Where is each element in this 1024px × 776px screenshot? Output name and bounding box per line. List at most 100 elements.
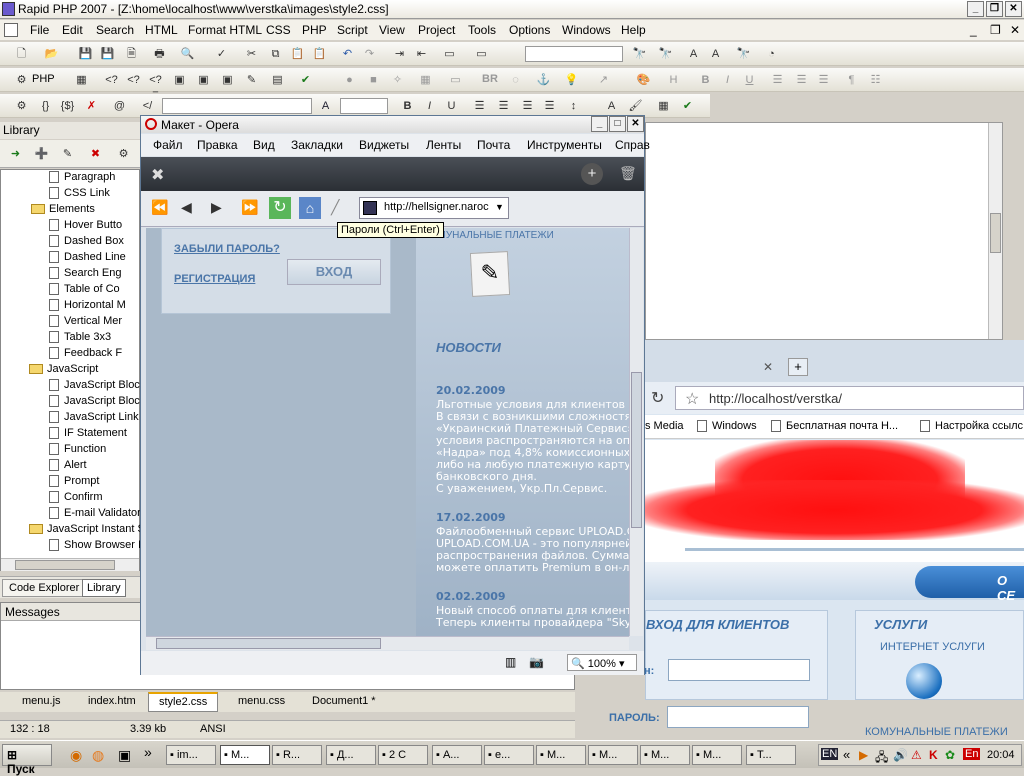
text-style-icon[interactable]: A: [604, 99, 619, 113]
service-utilities[interactable]: КОМУНАЛЬНЫЕ ПЛАТЕЖИ: [865, 726, 1008, 738]
php-short-tag-icon[interactable]: <?: [126, 73, 141, 87]
menu-search[interactable]: Search: [96, 23, 134, 37]
php-func-icon[interactable]: ▣: [196, 73, 211, 87]
wrap-icon[interactable]: ▭: [442, 47, 457, 61]
tab-menu-css[interactable]: menu.css: [228, 693, 295, 711]
star-icon[interactable]: ☆: [685, 389, 699, 409]
opera-menu-file[interactable]: Файл: [153, 138, 183, 152]
remove-script-icon[interactable]: ✗: [84, 99, 99, 113]
opera-menu-widgets[interactable]: Виджеты: [359, 138, 409, 152]
library-hscroll-thumb[interactable]: [15, 560, 115, 570]
new-file-icon[interactable]: 🗋: [14, 47, 29, 61]
tree-item[interactable]: E-mail Validator: [49, 507, 141, 520]
script-tag-icon[interactable]: </: [140, 99, 155, 113]
reload-icon[interactable]: ↻: [651, 388, 664, 408]
menu-help[interactable]: Help: [621, 23, 646, 37]
underline-icon[interactable]: U: [444, 99, 459, 113]
start-button[interactable]: ⊞ Пуск: [2, 744, 52, 776]
close-button[interactable]: ✕: [1005, 1, 1022, 17]
tree-item[interactable]: Elements: [31, 203, 141, 215]
font-size-combo[interactable]: [340, 98, 388, 114]
php-echo-icon[interactable]: <?=: [148, 73, 163, 100]
menu-format-html[interactable]: Format HTML: [188, 23, 262, 37]
quicklaunch-firefox-icon[interactable]: ◍: [92, 747, 104, 764]
menu-tools[interactable]: Tools: [468, 23, 496, 37]
php-edit-icon[interactable]: ✎: [244, 73, 259, 87]
opera-close-button[interactable]: ✕: [627, 116, 644, 132]
tree-item[interactable]: JavaScript Block: [49, 395, 141, 408]
font-color-icon[interactable]: A: [318, 99, 333, 113]
css-validate-icon[interactable]: ✔: [680, 99, 695, 113]
bookmark-settings[interactable]: Настройка ссылс: [920, 420, 1023, 433]
php-block-icon[interactable]: ▦: [74, 73, 89, 87]
align-left-icon[interactable]: ☰: [472, 99, 487, 113]
quicklaunch-more-icon[interactable]: »: [144, 744, 152, 760]
minimize-button[interactable]: _: [967, 1, 984, 17]
validate-icon[interactable]: ✔: [298, 73, 313, 87]
register-link[interactable]: РЕГИСТРАЦИЯ: [174, 273, 255, 285]
library-hscrollbar[interactable]: [1, 558, 139, 571]
opera-menu-tools[interactable]: Инструменты: [527, 138, 602, 152]
search-combo[interactable]: [525, 46, 623, 62]
home-icon[interactable]: ⌂: [299, 197, 321, 219]
bookmark-mail[interactable]: Бесплатная почта Н...: [771, 420, 898, 433]
php-menu-icon[interactable]: ⚙: [14, 73, 29, 87]
taskbar-task[interactable]: ▪ М...: [692, 745, 742, 765]
tree-item[interactable]: Horizontal M: [49, 299, 141, 312]
restore-button[interactable]: ❐: [986, 1, 1003, 17]
tab-document1[interactable]: Document1 *: [302, 693, 386, 711]
document-icon[interactable]: [4, 23, 18, 37]
replace-all-icon[interactable]: A: [708, 47, 723, 61]
cut-icon[interactable]: ✂: [244, 47, 259, 61]
tree-item[interactable]: Show Browser I: [49, 539, 141, 552]
wand-icon[interactable]: ╱: [331, 199, 339, 216]
print-icon[interactable]: 🖶: [152, 47, 167, 61]
tree-item[interactable]: Confirm: [49, 491, 141, 504]
open-icon[interactable]: 📂: [44, 47, 59, 61]
zoom-control[interactable]: 🔍 100% ▾: [567, 654, 637, 671]
editor-vscrollbar[interactable]: [988, 123, 1002, 339]
tree-item[interactable]: Search Eng: [49, 267, 141, 280]
tray-k-icon[interactable]: K: [929, 748, 938, 762]
css-icon[interactable]: ▦: [656, 99, 671, 113]
menu-options[interactable]: Options: [509, 23, 550, 37]
opera-trash-icon[interactable]: 🗑: [619, 165, 637, 182]
undo-icon[interactable]: ↶: [340, 47, 355, 61]
tree-item[interactable]: Vertical Mer: [49, 315, 141, 328]
bold-icon[interactable]: B: [400, 99, 415, 113]
taskbar-task[interactable]: ▪ im...: [166, 745, 216, 765]
quicklaunch-ubuntu-icon[interactable]: ◉: [70, 747, 82, 764]
tray-media-icon[interactable]: ▶: [859, 748, 868, 762]
close-file-icon[interactable]: 🗎: [124, 47, 139, 61]
taskbar-task[interactable]: ▪ Д...: [326, 745, 376, 765]
font-combo[interactable]: [162, 98, 312, 114]
mdi-restore-icon[interactable]: ❐: [990, 23, 1001, 37]
goto-icon[interactable]: ◔: [764, 47, 779, 61]
tree-item[interactable]: CSS Link: [49, 187, 141, 200]
mdi-close-icon[interactable]: ✕: [1010, 23, 1020, 37]
opera-panel-icon[interactable]: ▥: [505, 655, 516, 669]
fast-forward-icon[interactable]: ⏩: [241, 199, 258, 216]
menu-project[interactable]: Project: [418, 23, 455, 37]
tree-item[interactable]: Paragraph: [49, 171, 141, 184]
tab-menu-js[interactable]: menu.js: [12, 693, 71, 711]
find-files-icon[interactable]: 🔭: [736, 47, 751, 61]
tree-item[interactable]: Dashed Box: [49, 235, 141, 248]
taskbar-task[interactable]: ▪ А...: [432, 745, 482, 765]
taskbar-task[interactable]: ▪ R...: [272, 745, 322, 765]
save-icon[interactable]: 💾: [78, 47, 93, 61]
opera-tools-icon[interactable]: ✖: [151, 165, 164, 185]
menu-edit[interactable]: Edit: [62, 23, 83, 37]
php-var-icon[interactable]: ▣: [172, 73, 187, 87]
indent-icon[interactable]: ⇥: [392, 47, 407, 61]
tab-code-explorer[interactable]: Code Explorer: [2, 579, 87, 597]
tray-chevron-icon[interactable]: «: [843, 747, 850, 762]
taskbar-task[interactable]: ▪ М...: [220, 745, 270, 765]
opera-menu-bookmarks[interactable]: Закладки: [291, 138, 343, 152]
tree-item[interactable]: JavaScript Link: [49, 411, 141, 424]
copy-icon[interactable]: ⧉: [268, 47, 283, 61]
align-right-icon[interactable]: ☰: [520, 99, 535, 113]
service-internet[interactable]: ИНТЕРНЕТ УСЛУГИ: [880, 641, 985, 653]
br-button[interactable]: BR: [482, 73, 498, 85]
italic-icon[interactable]: I: [422, 99, 437, 113]
